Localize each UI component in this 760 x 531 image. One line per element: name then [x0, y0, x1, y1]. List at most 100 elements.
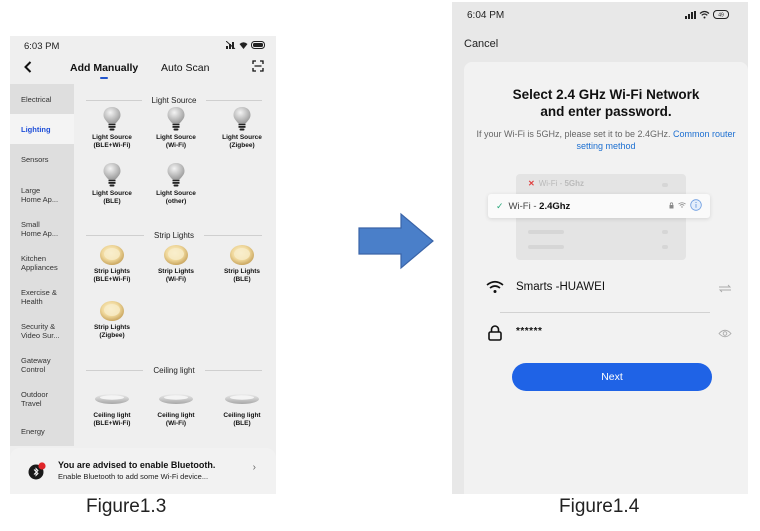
page-title: Select 2.4 GHz Wi-Fi Network and enter p…	[464, 86, 748, 120]
divider	[204, 369, 263, 371]
next-button[interactable]: Next	[512, 363, 712, 391]
back-button[interactable]	[24, 58, 32, 77]
status-time: 6:03 PM	[24, 41, 60, 52]
ceiling-light-icon	[94, 392, 130, 406]
device-protocol: (Zigbee)	[99, 332, 125, 339]
divider	[206, 99, 263, 101]
status-time: 6:04 PM	[467, 10, 505, 21]
bulb-icon	[166, 162, 186, 188]
device-item[interactable]: Light Source (BLE+Wi-Fi)	[82, 106, 142, 150]
device-item[interactable]: Strip Lights (BLE)	[212, 244, 272, 284]
bluetooth-banner[interactable]: You are advised to enable Bluetooth. Ena…	[10, 448, 276, 494]
check-icon: ✓	[496, 200, 504, 211]
device-item[interactable]: Ceiling light (BLE)	[212, 384, 272, 428]
device-name: Ceiling light	[157, 412, 195, 419]
battery-icon: 49	[713, 10, 729, 19]
signal-icon	[685, 10, 696, 19]
device-label: Light Source (BLE+Wi-Fi)	[82, 134, 142, 150]
device-item[interactable]: Strip Lights (Zigbee)	[82, 300, 142, 340]
wifi-24ghz-row: ✓ Wi-Fi - 2.4Ghz	[488, 194, 710, 218]
figure-caption-1-4: Figure1.4	[559, 496, 640, 517]
sidebar-item-lighting[interactable]: Lighting	[10, 114, 74, 144]
device-item[interactable]: Strip Lights (Wi-Fi)	[146, 244, 206, 284]
device-name: Ceiling light	[223, 412, 261, 419]
switch-network-icon[interactable]	[718, 284, 732, 293]
device-protocol: (BLE)	[103, 198, 121, 205]
wifi-ssid-field[interactable]: Smarts -HUAWEI	[484, 272, 732, 302]
bulb-icon	[102, 106, 122, 132]
section-title: Light Source	[151, 95, 197, 105]
placeholder-bar	[528, 230, 564, 234]
sidebar-item-security[interactable]: Security & Video Sur...	[10, 314, 74, 348]
device-label: Ceiling light (BLE+Wi-Fi)	[82, 412, 142, 428]
device-label: Strip Lights (BLE+Wi-Fi)	[82, 268, 142, 284]
device-item[interactable]: Ceiling light (BLE+Wi-Fi)	[82, 384, 142, 428]
info-icon	[690, 199, 702, 211]
sidebar-item-label: Electrical	[21, 94, 52, 104]
sidebar-item-label: Exercise & Health	[21, 288, 57, 306]
sidebar-item-outdoor[interactable]: Outdoor Travel	[10, 382, 74, 416]
battery-icon	[251, 41, 265, 49]
wifi-icon	[699, 10, 710, 19]
tab-auto-scan[interactable]: Auto Scan	[161, 62, 209, 74]
category-sidebar: Electrical Lighting Sensors Large Home Ap..…	[10, 84, 74, 446]
tab-add-manually[interactable]: Add Manually	[70, 62, 138, 74]
device-item[interactable]: Light Source (other)	[146, 162, 206, 206]
bluetooth-banner-subtitle: Enable Bluetooth to add some Wi-Fi devic…	[58, 472, 209, 481]
device-item[interactable]: Light Source (BLE)	[82, 162, 142, 206]
device-name: Strip Lights	[93, 324, 131, 331]
device-name: Light Source	[92, 190, 132, 197]
section-title: Ceiling light	[153, 365, 195, 375]
section-title: Strip Lights	[153, 230, 195, 240]
device-name: Light Source	[222, 134, 262, 141]
top-nav: Add Manually Auto Scan	[10, 56, 276, 82]
bluetooth-icon	[28, 462, 46, 480]
sidebar-item-sensors[interactable]: Sensors	[10, 144, 74, 174]
wifi-form-card: Select 2.4 GHz Wi-Fi Network and enter p…	[464, 62, 748, 494]
device-protocol: (other)	[165, 198, 187, 205]
divider	[86, 369, 144, 371]
bulb-icon	[166, 106, 186, 132]
divider	[86, 99, 142, 101]
strip-light-icon	[229, 244, 255, 266]
wifi-24ghz-band: 2.4Ghz	[539, 200, 571, 212]
section-header: Light Source	[86, 94, 263, 106]
device-label: Light Source (BLE)	[82, 190, 142, 206]
device-protocol: (BLE+Wi-Fi)	[93, 142, 131, 149]
device-protocol: (Wi-Fi)	[165, 420, 187, 427]
cancel-button[interactable]: Cancel	[464, 38, 498, 50]
sidebar-item-exercise[interactable]: Exercise & Health	[10, 280, 74, 314]
bulb-icon	[232, 106, 252, 132]
sidebar-item-small[interactable]: Small Home Ap...	[10, 212, 74, 246]
chevron-right-icon: ›	[252, 462, 256, 473]
password-field[interactable]: ******	[484, 318, 732, 348]
device-label: Strip Lights (BLE)	[212, 268, 272, 284]
sidebar-item-energy[interactable]: Energy	[10, 416, 74, 446]
device-item[interactable]: Ceiling light (Wi-Fi)	[146, 384, 206, 428]
sidebar-item-large[interactable]: Large Home Ap...	[10, 178, 74, 212]
eye-icon[interactable]	[718, 329, 732, 338]
placeholder-icon	[662, 245, 668, 249]
cross-icon: ✕	[528, 179, 535, 188]
strip-light-icon	[99, 244, 125, 266]
device-name: Strip Lights	[93, 268, 131, 275]
device-item[interactable]: Strip Lights (BLE+Wi-Fi)	[82, 244, 142, 284]
placeholder-bar	[528, 245, 564, 249]
sidebar-item-label: Lighting	[21, 124, 51, 134]
scan-icon[interactable]	[252, 60, 264, 72]
sidebar-item-label: Outdoor Travel	[21, 390, 49, 408]
sidebar-item-gateway[interactable]: Gateway Control	[10, 348, 74, 382]
divider	[86, 234, 144, 236]
sidebar-item-kitchen[interactable]: Kitchen Appliances	[10, 246, 74, 280]
status-icons: 49	[685, 10, 730, 19]
wifi-5ghz-row: ✕ Wi-Fi - 5Ghz	[528, 179, 584, 188]
svg-text:49: 49	[718, 13, 724, 19]
device-label: Strip Lights (Zigbee)	[82, 324, 142, 340]
sidebar-item-electrical[interactable]: Electrical	[10, 84, 74, 114]
device-item[interactable]: Light Source (Zigbee)	[212, 106, 272, 150]
bulb-icon	[102, 162, 122, 188]
device-protocol: (BLE+Wi-Fi)	[93, 420, 131, 427]
device-item[interactable]: Light Source (Wi-Fi)	[146, 106, 206, 150]
status-bar: 6:03 PM	[10, 36, 276, 56]
wifi-icon	[239, 42, 248, 49]
